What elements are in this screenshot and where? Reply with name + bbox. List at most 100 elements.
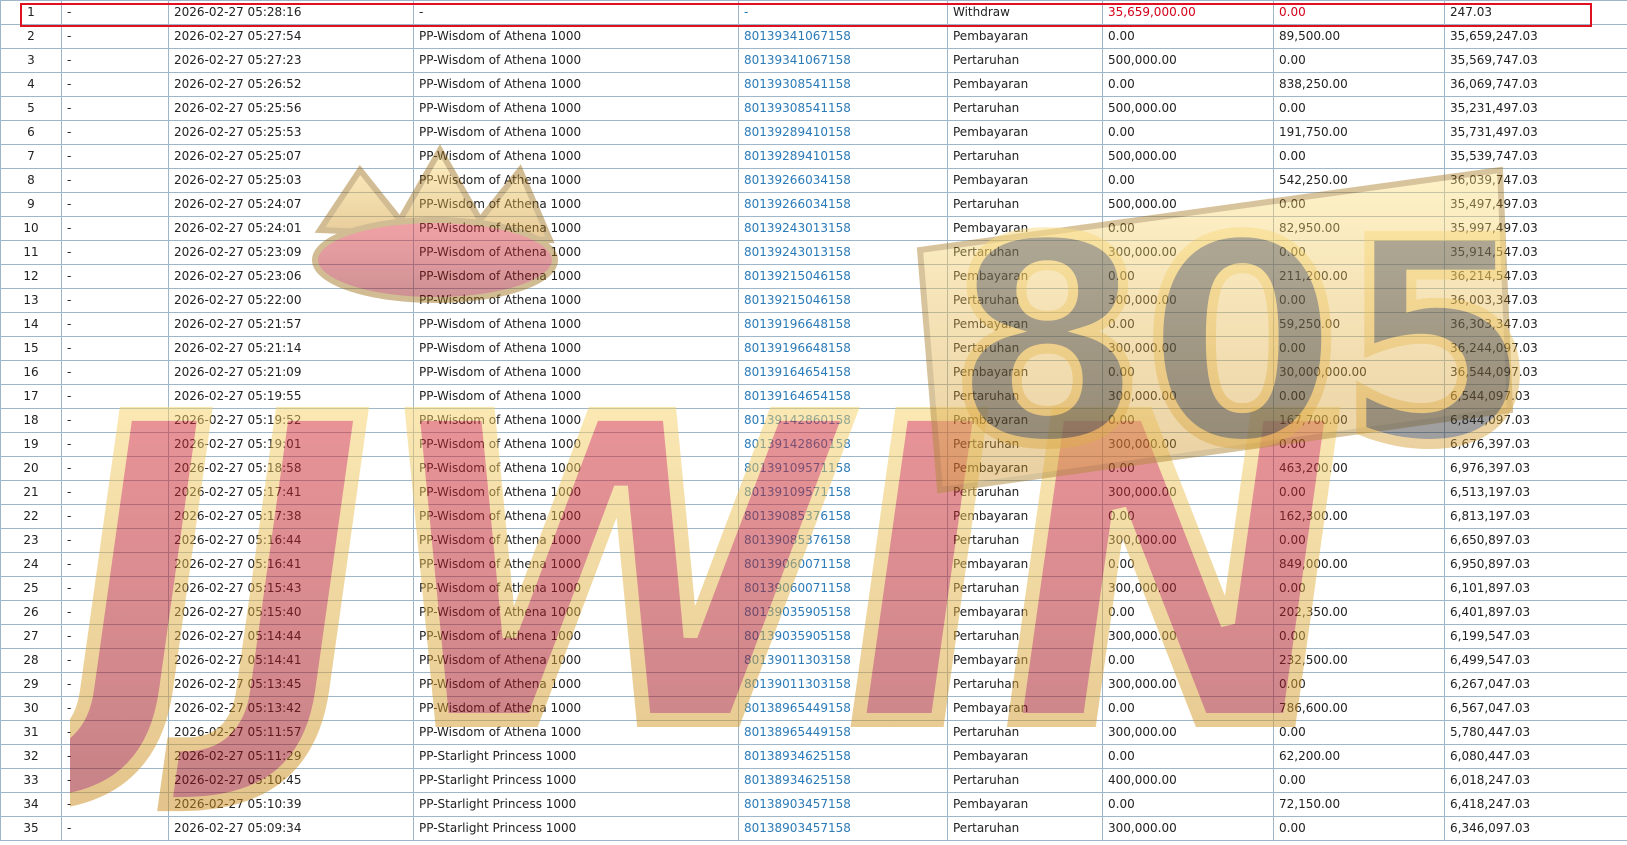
transaction-id-link[interactable]: 80139035905158 xyxy=(738,600,948,625)
transaction-id-link[interactable]: 80139215046158 xyxy=(738,264,948,289)
game-name-cell: PP-Wisdom of Athena 1000 xyxy=(413,528,739,553)
transaction-id-link[interactable]: 80139142860158 xyxy=(738,432,948,457)
debit-cell: 500,000.00 xyxy=(1102,96,1274,121)
ref-cell: - xyxy=(61,168,169,193)
table-row: 12-2026-02-27 05:23:06 PP-Wisdom of Athen… xyxy=(0,264,1627,289)
transaction-type-cell: Pembayaran xyxy=(947,600,1103,625)
table-row: 34-2026-02-27 05:10:39 PP-Starlight Princ… xyxy=(0,792,1627,817)
table-row: 2-2026-02-27 05:27:54 PP-Wisdom of Athena… xyxy=(0,24,1627,49)
date-cell: 2026-02-27 05:25:53 xyxy=(168,120,414,145)
transaction-id-link[interactable]: 80139243013158 xyxy=(738,240,948,265)
game-name-cell: PP-Wisdom of Athena 1000 xyxy=(413,672,739,697)
game-name-cell: PP-Starlight Princess 1000 xyxy=(413,768,739,793)
ref-cell: - xyxy=(61,672,169,697)
debit-cell: 0.00 xyxy=(1102,312,1274,337)
balance-cell: 6,499,547.03 xyxy=(1444,648,1627,673)
date-cell: 2026-02-27 05:23:09 xyxy=(168,240,414,265)
transaction-id-link[interactable]: 80139196648158 xyxy=(738,312,948,337)
transaction-type-cell: Pertaruhan xyxy=(947,336,1103,361)
balance-cell: 5,780,447.03 xyxy=(1444,720,1627,745)
transaction-id-link[interactable]: 80138934625158 xyxy=(738,768,948,793)
game-name-cell: PP-Wisdom of Athena 1000 xyxy=(413,456,739,481)
credit-cell: 0.00 xyxy=(1273,576,1445,601)
transaction-id-link[interactable]: 80139308541158 xyxy=(738,72,948,97)
transaction-id-link[interactable]: 80139109571158 xyxy=(738,456,948,481)
transaction-id-link[interactable]: 80139085376158 xyxy=(738,504,948,529)
transaction-id-link[interactable]: 80139164654158 xyxy=(738,384,948,409)
transaction-id-link[interactable]: 80139109571158 xyxy=(738,480,948,505)
transaction-type-cell: Pertaruhan xyxy=(947,768,1103,793)
balance-cell: 35,497,497.03 xyxy=(1444,192,1627,217)
game-name-cell: PP-Starlight Princess 1000 xyxy=(413,792,739,817)
table-row: 23-2026-02-27 05:16:44 PP-Wisdom of Athen… xyxy=(0,528,1627,553)
debit-cell: 0.00 xyxy=(1102,648,1274,673)
transaction-id-link[interactable]: 80139060071158 xyxy=(738,576,948,601)
debit-cell: 300,000.00 xyxy=(1102,336,1274,361)
table-row: 25-2026-02-27 05:15:43 PP-Wisdom of Athen… xyxy=(0,576,1627,601)
balance-cell: 35,569,747.03 xyxy=(1444,48,1627,73)
game-name-cell: PP-Wisdom of Athena 1000 xyxy=(413,408,739,433)
table-row: 13-2026-02-27 05:22:00 PP-Wisdom of Athen… xyxy=(0,288,1627,313)
transaction-id-link[interactable]: 80139243013158 xyxy=(738,216,948,241)
transaction-type-cell: Pembayaran xyxy=(947,72,1103,97)
game-name-cell: PP-Wisdom of Athena 1000 xyxy=(413,552,739,577)
row-number-cell: 2 xyxy=(0,24,62,49)
transaction-id-link[interactable]: 80139011303158 xyxy=(738,648,948,673)
transaction-id-link[interactable]: 80139085376158 xyxy=(738,528,948,553)
ref-cell: - xyxy=(61,288,169,313)
transaction-id-link[interactable]: 80139341067158 xyxy=(738,24,948,49)
transaction-id-link[interactable]: 80139341067158 xyxy=(738,48,948,73)
table-row: 8-2026-02-27 05:25:03 PP-Wisdom of Athena… xyxy=(0,168,1627,193)
balance-cell: 36,244,097.03 xyxy=(1444,336,1627,361)
transaction-id-link[interactable]: 80138903457158 xyxy=(738,816,948,841)
transaction-type-cell: Pembayaran xyxy=(947,792,1103,817)
transaction-id-link[interactable]: 80139035905158 xyxy=(738,624,948,649)
credit-cell: 0.00 xyxy=(1273,240,1445,265)
table-row: 16-2026-02-27 05:21:09 PP-Wisdom of Athen… xyxy=(0,360,1627,385)
game-name-cell: PP-Wisdom of Athena 1000 xyxy=(413,48,739,73)
transaction-id-link[interactable]: 80139011303158 xyxy=(738,672,948,697)
transaction-type-cell: Withdraw xyxy=(947,0,1103,25)
ref-cell: - xyxy=(61,528,169,553)
debit-cell: 0.00 xyxy=(1102,24,1274,49)
ref-cell: - xyxy=(61,24,169,49)
transaction-id-link[interactable]: 80139266034158 xyxy=(738,168,948,193)
table-row: 17-2026-02-27 05:19:55 PP-Wisdom of Athen… xyxy=(0,384,1627,409)
credit-cell: 211,200.00 xyxy=(1273,264,1445,289)
game-name-cell: PP-Wisdom of Athena 1000 xyxy=(413,192,739,217)
date-cell: 2026-02-27 05:19:55 xyxy=(168,384,414,409)
game-name-cell: PP-Wisdom of Athena 1000 xyxy=(413,384,739,409)
table-row: 33-2026-02-27 05:10:45 PP-Starlight Princ… xyxy=(0,768,1627,793)
row-number-cell: 19 xyxy=(0,432,62,457)
transaction-id-link[interactable]: 80139289410158 xyxy=(738,120,948,145)
row-number-cell: 14 xyxy=(0,312,62,337)
date-cell: 2026-02-27 05:11:29 xyxy=(168,744,414,769)
debit-cell: 0.00 xyxy=(1102,552,1274,577)
transaction-id-link[interactable]: 80139215046158 xyxy=(738,288,948,313)
credit-cell: 0.00 xyxy=(1273,288,1445,313)
debit-cell: 300,000.00 xyxy=(1102,816,1274,841)
transaction-id-link[interactable]: 80138903457158 xyxy=(738,792,948,817)
balance-cell: 6,418,247.03 xyxy=(1444,792,1627,817)
transaction-type-cell: Pembayaran xyxy=(947,744,1103,769)
debit-cell: 300,000.00 xyxy=(1102,432,1274,457)
credit-cell: 162,300.00 xyxy=(1273,504,1445,529)
transaction-type-cell: Pertaruhan xyxy=(947,240,1103,265)
transaction-id-link[interactable]: 80139266034158 xyxy=(738,192,948,217)
transaction-id-link[interactable]: 80139289410158 xyxy=(738,144,948,169)
transaction-id-link[interactable]: 80138965449158 xyxy=(738,720,948,745)
transaction-id-link[interactable]: 80138934625158 xyxy=(738,744,948,769)
table-row: 18-2026-02-27 05:19:52 PP-Wisdom of Athen… xyxy=(0,408,1627,433)
credit-cell: 542,250.00 xyxy=(1273,168,1445,193)
transaction-id-link[interactable]: 80139308541158 xyxy=(738,96,948,121)
transaction-id-link[interactable]: 80139196648158 xyxy=(738,336,948,361)
debit-cell: 500,000.00 xyxy=(1102,48,1274,73)
ref-cell: - xyxy=(61,48,169,73)
transaction-id-link[interactable]: 80139060071158 xyxy=(738,552,948,577)
date-cell: 2026-02-27 05:27:54 xyxy=(168,24,414,49)
transaction-id-link[interactable]: 80139142860158 xyxy=(738,408,948,433)
row-number-cell: 32 xyxy=(0,744,62,769)
transaction-id-link[interactable]: 80139164654158 xyxy=(738,360,948,385)
transaction-id-link[interactable]: 80138965449158 xyxy=(738,696,948,721)
balance-cell: 35,731,497.03 xyxy=(1444,120,1627,145)
